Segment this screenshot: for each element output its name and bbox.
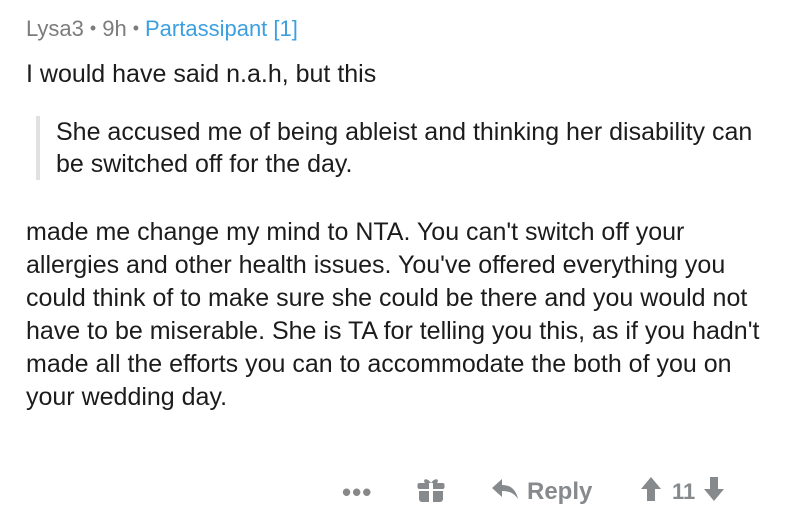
reply-button[interactable]: Reply [491,472,592,512]
comment-actions: ••• Reply 11 [26,472,776,512]
meta-separator: • [89,18,97,38]
comment-age: 9h [102,16,127,41]
meta-separator: • [132,18,139,38]
give-award-button[interactable] [416,472,446,512]
user-flair: Partassipant [1] [145,16,298,41]
more-label: ••• [342,476,373,507]
downvote-arrow-icon[interactable] [703,476,725,508]
comment-meta: Lysa3 • 9h • Partassipant [1] [26,14,298,43]
vote-score: 11 [672,479,696,504]
comment-opening-text: I would have said n.a.h, but this [26,60,377,88]
blockquote: She accused me of being ableist and thin… [36,116,756,180]
upvote-arrow-icon[interactable] [640,476,662,508]
reply-label: Reply [527,478,593,505]
author-name[interactable]: Lysa3 [26,16,84,41]
comment-body-text: made me change my mind to NTA. You can't… [26,218,760,411]
gift-icon [416,475,446,510]
reply-arrow-icon [491,477,527,508]
more-options-button[interactable]: ••• [342,472,372,512]
vote-controls: 11 [640,472,725,512]
